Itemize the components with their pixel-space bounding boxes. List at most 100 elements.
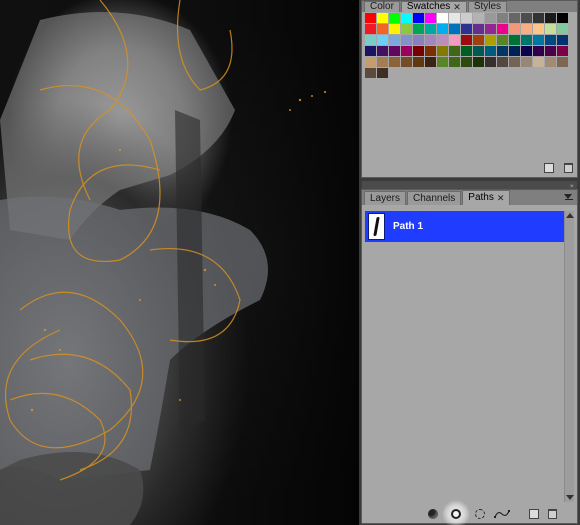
color-swatch[interactable] [437,13,448,23]
color-swatch[interactable] [437,35,448,45]
color-swatch[interactable] [413,24,424,34]
color-swatch[interactable] [425,57,436,67]
color-swatch[interactable] [497,57,508,67]
tab-swatches[interactable]: Swatches ✕ [400,1,467,13]
color-swatch[interactable] [389,35,400,45]
color-swatch[interactable] [437,46,448,56]
color-swatch[interactable] [485,46,496,56]
color-swatch[interactable] [449,24,460,34]
color-swatch[interactable] [485,13,496,23]
color-swatch[interactable] [377,46,388,56]
color-swatch[interactable] [497,13,508,23]
scroll-up-arrow-icon[interactable] [566,212,574,220]
color-swatch[interactable] [497,24,508,34]
color-swatch[interactable] [413,46,424,56]
color-swatch[interactable] [377,57,388,67]
color-swatch[interactable] [425,35,436,45]
trash-icon[interactable] [548,509,557,519]
color-swatch[interactable] [425,24,436,34]
color-swatch[interactable] [413,57,424,67]
color-swatch[interactable] [521,57,532,67]
color-swatch[interactable] [365,24,376,34]
color-swatch[interactable] [521,35,532,45]
color-swatch[interactable] [521,13,532,23]
new-swatch-icon[interactable] [544,163,554,173]
new-path-icon[interactable] [529,509,539,519]
color-swatch[interactable] [413,13,424,23]
color-swatch[interactable] [449,46,460,56]
color-swatch[interactable] [509,35,520,45]
color-swatch[interactable] [461,46,472,56]
color-swatch[interactable] [545,57,556,67]
color-swatch[interactable] [557,13,568,23]
paths-scrollbar[interactable] [564,211,574,502]
color-swatch[interactable] [521,24,532,34]
color-swatch[interactable] [497,46,508,56]
color-swatch[interactable] [497,35,508,45]
color-swatch[interactable] [461,13,472,23]
color-swatch[interactable] [521,46,532,56]
color-swatch[interactable] [389,24,400,34]
color-swatch[interactable] [557,24,568,34]
color-swatch[interactable] [401,57,412,67]
color-swatch[interactable] [509,46,520,56]
path-item[interactable]: Path 1 [365,211,566,242]
color-swatch[interactable] [545,13,556,23]
color-swatch[interactable] [377,35,388,45]
color-swatch[interactable] [509,24,520,34]
color-swatch[interactable] [473,57,484,67]
color-swatch[interactable] [533,24,544,34]
color-swatch[interactable] [377,68,388,78]
color-swatch[interactable] [401,13,412,23]
color-swatch[interactable] [389,13,400,23]
color-swatch[interactable] [365,46,376,56]
color-swatch[interactable] [401,46,412,56]
color-swatch[interactable] [545,46,556,56]
tab-styles[interactable]: Styles [467,1,508,12]
color-swatch[interactable] [533,35,544,45]
make-work-path-icon[interactable] [494,509,510,519]
color-swatch[interactable] [413,35,424,45]
trash-icon[interactable] [564,163,573,173]
color-swatch[interactable] [533,46,544,56]
color-swatch[interactable] [425,46,436,56]
tab-paths[interactable]: Paths ✕ [462,190,511,205]
color-swatch[interactable] [377,13,388,23]
color-swatch[interactable] [389,46,400,56]
color-swatch[interactable] [365,57,376,67]
color-swatch[interactable] [449,35,460,45]
color-swatch[interactable] [449,57,460,67]
color-swatch[interactable] [437,24,448,34]
color-swatch[interactable] [557,46,568,56]
load-selection-icon[interactable] [475,509,485,519]
color-swatch[interactable] [401,24,412,34]
color-swatch[interactable] [461,24,472,34]
close-icon[interactable]: ✕ [453,1,461,13]
color-swatch[interactable] [485,57,496,67]
tab-layers[interactable]: Layers [364,191,407,205]
color-swatch[interactable] [461,57,472,67]
color-swatch[interactable] [473,46,484,56]
color-swatch[interactable] [425,13,436,23]
color-swatch[interactable] [509,57,520,67]
close-icon[interactable]: ✕ [497,192,505,204]
color-swatch[interactable] [557,57,568,67]
color-swatch[interactable] [473,24,484,34]
panel-menu-icon[interactable] [564,192,574,202]
color-swatch[interactable] [509,13,520,23]
color-swatch[interactable] [485,24,496,34]
fill-path-icon[interactable] [428,509,438,519]
color-swatch[interactable] [461,35,472,45]
color-swatch[interactable] [401,35,412,45]
color-swatch[interactable] [533,57,544,67]
document-canvas[interactable] [0,0,359,525]
color-swatch[interactable] [545,35,556,45]
color-swatch[interactable] [485,35,496,45]
panel-collapse-bar[interactable]: » [362,181,577,190]
color-swatch[interactable] [557,35,568,45]
color-swatch[interactable] [365,13,376,23]
scroll-down-arrow-icon[interactable] [566,493,574,501]
color-swatch[interactable] [449,13,460,23]
tab-color[interactable]: Color [364,1,400,12]
color-swatch[interactable] [365,68,376,78]
